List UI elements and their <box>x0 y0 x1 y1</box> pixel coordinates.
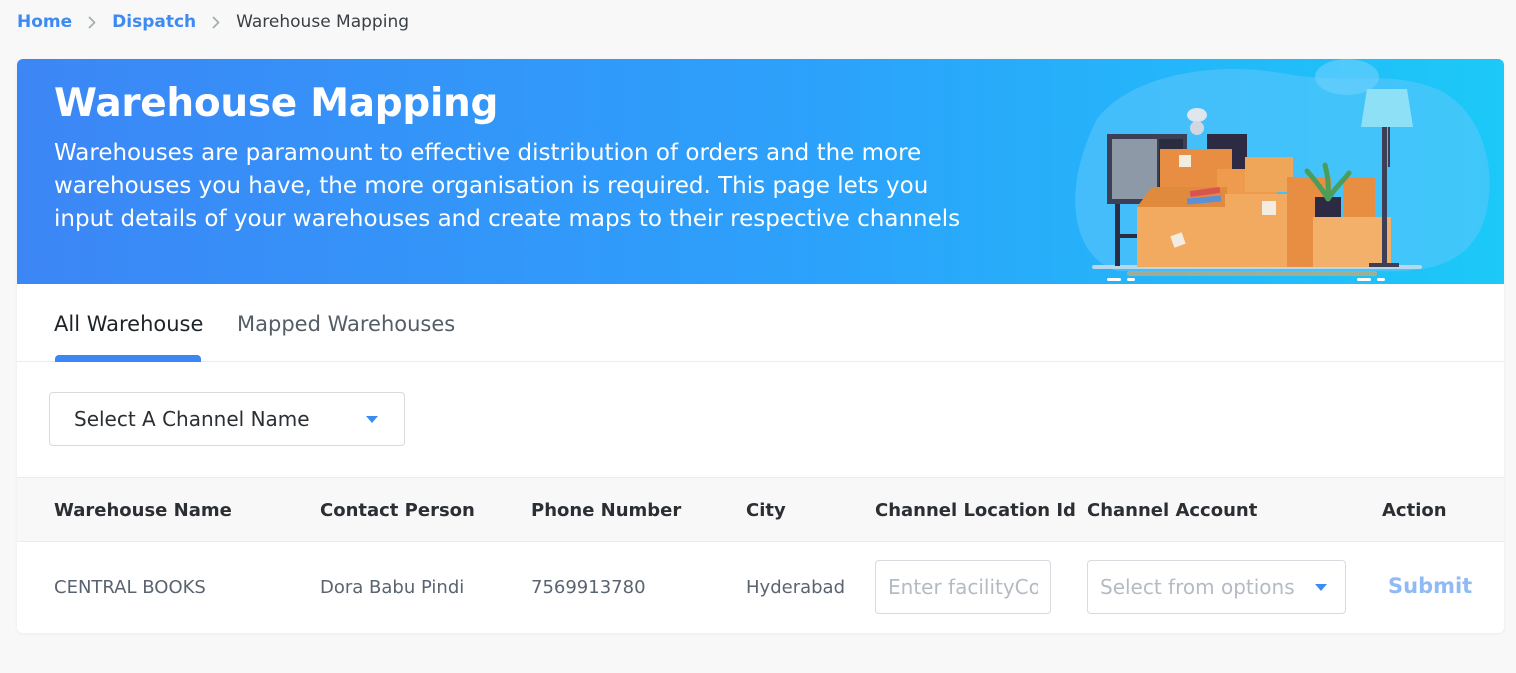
submit-button[interactable]: Submit <box>1388 574 1472 598</box>
page-description: Warehouses are paramount to effective di… <box>54 140 961 232</box>
table-header: Warehouse Name Contact Person Phone Numb… <box>17 477 1504 542</box>
breadcrumb-home-link[interactable]: Home <box>17 12 72 32</box>
channel-select-label: Select A Channel Name <box>74 407 310 431</box>
warehouse-mapping-card: Warehouse Mapping Warehouses are paramou… <box>17 59 1504 633</box>
breadcrumb-current: Warehouse Mapping <box>236 12 410 32</box>
column-header-channel-location-id: Channel Location Id <box>875 500 1076 521</box>
caret-down-icon <box>366 415 378 423</box>
column-header-warehouse-name: Warehouse Name <box>54 500 232 521</box>
column-header-action: Action <box>1382 500 1447 521</box>
tab-all-warehouse[interactable]: All Warehouse <box>54 312 203 336</box>
column-header-channel-account: Channel Account <box>1087 500 1258 521</box>
caret-down-icon <box>1315 583 1327 591</box>
channel-account-placeholder: Select from options <box>1100 575 1295 599</box>
warehouse-boxes-illustration <box>1075 59 1490 281</box>
cell-phone-number: 7569913780 <box>531 577 646 598</box>
cell-city: Hyderabad <box>746 577 845 598</box>
breadcrumb: Home Dispatch Warehouse Mapping <box>17 10 409 34</box>
chevron-right-icon <box>212 16 220 29</box>
column-header-phone-number: Phone Number <box>531 500 682 521</box>
chevron-right-icon <box>88 16 96 29</box>
warehouse-tabs: All Warehouse Mapped Warehouses <box>17 284 1504 362</box>
tab-mapped-warehouses[interactable]: Mapped Warehouses <box>237 312 455 336</box>
channel-name-select[interactable]: Select A Channel Name <box>49 392 405 446</box>
channel-account-select[interactable]: Select from options <box>1087 560 1346 614</box>
table-row: CENTRAL BOOKS Dora Babu Pindi 7569913780… <box>17 542 1504 633</box>
cell-contact-person: Dora Babu Pindi <box>320 577 465 598</box>
channel-location-id-input[interactable] <box>875 560 1051 614</box>
column-header-contact-person: Contact Person <box>320 500 475 521</box>
column-header-city: City <box>746 500 786 521</box>
page-title: Warehouse Mapping <box>54 81 499 126</box>
page-banner: Warehouse Mapping Warehouses are paramou… <box>17 59 1504 284</box>
active-tab-indicator <box>55 355 201 362</box>
breadcrumb-dispatch-link[interactable]: Dispatch <box>112 12 196 32</box>
cell-warehouse-name: CENTRAL BOOKS <box>54 577 206 598</box>
